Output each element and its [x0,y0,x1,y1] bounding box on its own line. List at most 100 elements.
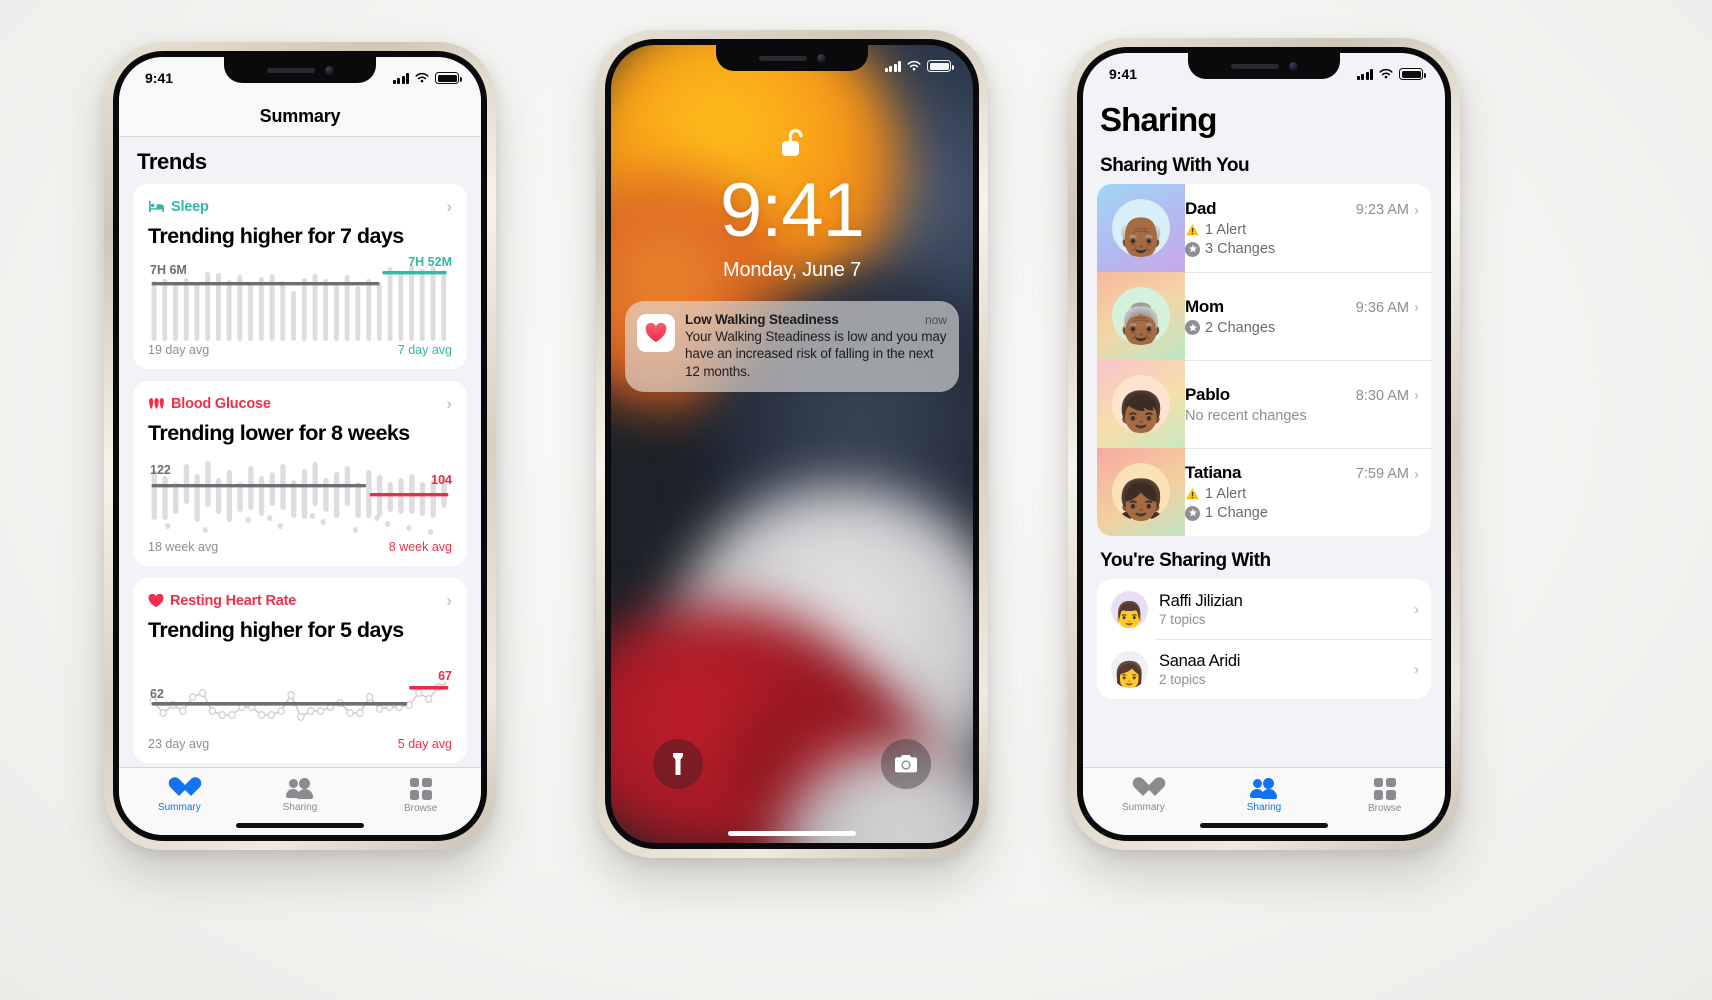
sleep-chart: 7H 6M 7H 52M [148,255,452,341]
row-header: Pablo 8:30 AM › [1185,385,1419,405]
row-content: Mom 9:36 AM › 2 Changes [1185,272,1431,360]
blood-glucose-icon [149,398,164,409]
tab-label: Summary [157,802,201,813]
card-footer: 19 day avg 7 day avg [148,343,452,357]
tab-summary[interactable]: Summary [119,768,240,823]
battery-icon [435,72,462,84]
row-content: Dad 9:23 AM › 1 Alert 3 Changes [1185,184,1431,272]
chevron-right-icon[interactable]: › [1414,299,1419,316]
trend-card-resting-heart-rate[interactable]: Resting Heart Rate › Trending higher for… [133,578,467,763]
heart-icon [168,778,191,799]
avatar: 👩 [1111,650,1148,688]
chevron-right-icon[interactable]: › [1414,661,1419,678]
group-title-youre-sharing-with: You're Sharing With [1100,550,1271,571]
wallpaper [611,45,973,843]
lock-screen-time: 9:41 [720,168,865,253]
sharing-scroll-area[interactable]: Sharing Sharing With You 👴🏾 Dad 9:23 AM [1083,87,1445,767]
notification-text: Your Walking Steadiness is low and you m… [685,329,947,379]
row-meta: 9:23 AM › [1356,202,1419,219]
list-item[interactable]: 👧🏾 Tatiana 7:59 AM › 1 Alert 1 Change [1097,448,1431,536]
contact-name: Mom [1185,296,1224,316]
page-title: Summary [259,106,341,126]
rhr-left-value: 62 [150,687,164,701]
youre-sharing-with-list: 👨 Raffi Jilizian 7 topics › 👩 Sanaa Arid… [1097,579,1431,699]
trend-card-sleep[interactable]: Sleep › Trending higher for 7 days 7H 6M… [133,184,467,369]
list-item[interactable]: 👨 Raffi Jilizian 7 topics › [1097,579,1431,639]
front-camera-icon [816,53,826,63]
notification-time: now [924,313,947,327]
earpiece-speaker [758,55,807,61]
tab-browse[interactable]: Browse [360,768,481,823]
status-time: 9:41 [1109,66,1138,82]
changes-star-icon [1185,241,1200,257]
front-camera-icon [1288,61,1298,71]
flashlight-button[interactable] [653,739,703,789]
timestamp: 7:59 AM [1355,466,1409,482]
tab-sharing[interactable]: Sharing [240,768,361,823]
row-header: Tatiana 7:59 AM › [1185,463,1419,483]
contact-name: Sanaa Aridi [1159,651,1241,670]
glucose-right-value: 104 [431,473,452,487]
list-item[interactable]: 👵🏾 Mom 9:36 AM › 2 Changes [1097,272,1431,360]
list-item[interactable]: 👴🏾 Dad 9:23 AM › 1 Alert 3 Changes [1097,184,1431,272]
chevron-right-icon[interactable]: › [1414,387,1419,404]
rhr-right-label: 5 day avg [397,737,452,751]
battery-icon [1399,68,1426,80]
alert-text: 1 Alert [1205,486,1247,502]
category-sleep: Sleep [148,199,209,215]
sleep-chart-svg [151,265,447,341]
category-label: Blood Glucose [171,395,271,412]
chevron-right-icon[interactable]: › [1414,466,1419,483]
summary-scroll-area[interactable]: Trends Sleep › Trending higher for 7 day… [119,137,481,767]
trend-card-blood-glucose[interactable]: Blood Glucose › Trending lower for 8 wee… [133,381,467,566]
chevron-right-icon[interactable]: › [446,198,452,215]
grid-icon [1373,777,1396,800]
list-item[interactable]: 👦🏾 Pablo 8:30 AM › No recent changes [1097,360,1431,448]
tab-summary[interactable]: Summary [1083,768,1204,823]
tab-browse[interactable]: Browse [1324,768,1445,823]
notification-title: Low Walking Steadiness [685,312,839,327]
contact-name: Raffi Jilizian [1159,591,1243,610]
changes-text: 2 Changes [1205,319,1276,336]
people-icon [286,777,313,799]
glucose-right-label: 8 week avg [388,540,452,554]
card-footer: 23 day avg 5 day avg [148,737,452,751]
chevron-right-icon[interactable]: › [1414,202,1419,219]
avatar-background: 👵🏾 [1097,272,1185,360]
card-footer: 18 week avg 8 week avg [148,540,452,554]
blood-glucose-chart: 122 104 [148,452,452,538]
tab-label: Browse [404,802,438,814]
chevron-right-icon[interactable]: › [446,592,452,609]
row-header: Mom 9:36 AM › [1185,297,1419,317]
earpiece-speaker [1230,63,1279,69]
chevron-right-icon[interactable]: › [1414,601,1419,618]
timestamp: 9:36 AM [1355,299,1409,316]
wifi-icon [1379,68,1393,79]
tab-label: Sharing [282,801,318,813]
sleep-right-label: 7 day avg [397,343,452,357]
category-label: Resting Heart Rate [170,592,297,609]
list-item[interactable]: 👩 Sanaa Aridi 2 topics › [1097,639,1431,699]
notification-banner[interactable]: Low Walking Steadiness now Your Walking … [625,301,959,392]
lock-screen-date: Monday, June 7 [722,259,862,281]
chevron-right-icon[interactable]: › [446,395,452,412]
camera-button[interactable] [881,739,931,789]
alert-line: 1 Alert [1185,222,1419,238]
camera-icon [895,755,917,773]
home-indicator[interactable] [1200,823,1328,828]
avatar-background: 👴🏾 [1097,184,1185,272]
notification-header: Low Walking Steadiness now [685,312,947,327]
page-title: Sharing [1100,101,1217,138]
health-heart-icon [637,314,675,352]
cellular-signal-icon [1356,69,1373,80]
glucose-left-label: 18 week avg [148,540,219,554]
tab-sharing[interactable]: Sharing [1204,768,1325,823]
avatar: 👨 [1111,590,1148,628]
phone1-screen: 9:41 Summary Trends Sleep › Trending hig… [119,57,481,835]
avatar: 👦🏾 [1112,375,1170,433]
changes-line: 1 Change [1185,505,1419,521]
home-indicator[interactable] [728,831,856,836]
home-indicator[interactable] [236,823,364,828]
topics-count: 7 topics [1159,611,1206,627]
rhr-right-value: 67 [438,669,452,683]
